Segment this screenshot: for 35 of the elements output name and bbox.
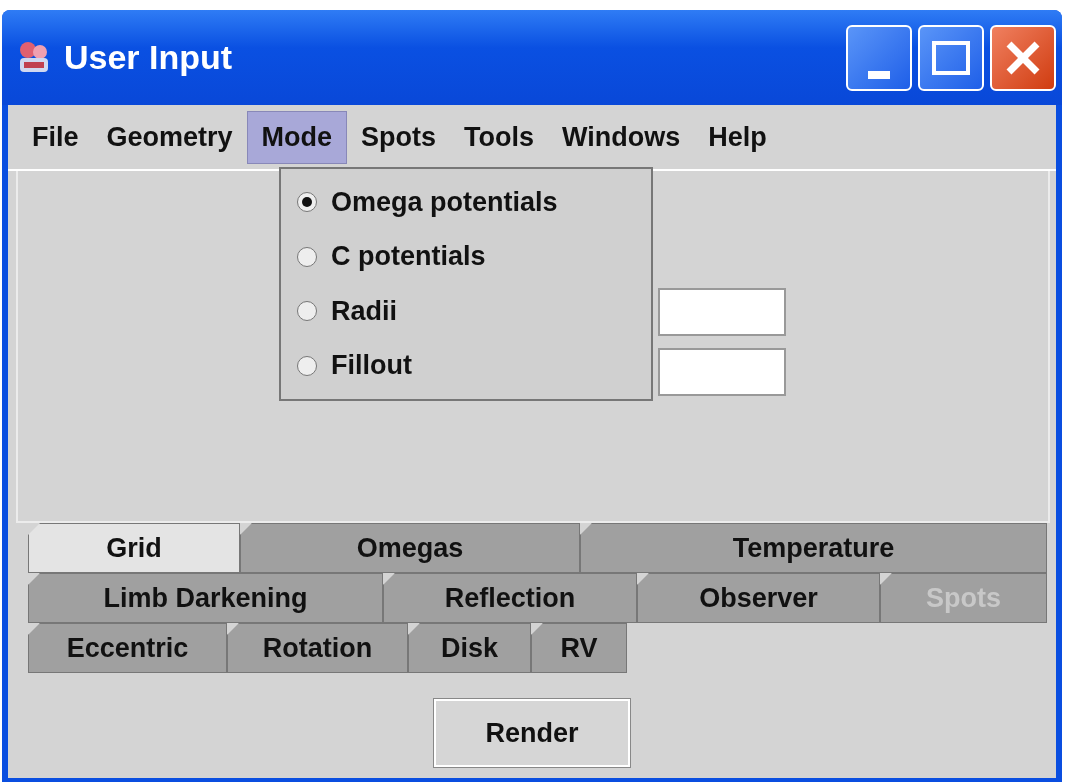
- menu-item[interactable]: Mode: [246, 110, 348, 164]
- radio-button[interactable]: [297, 355, 317, 376]
- tab[interactable]: Omegas: [240, 523, 580, 573]
- menu-item[interactable]: File: [18, 111, 93, 163]
- tab[interactable]: Rotation: [227, 623, 408, 673]
- menu-item[interactable]: Tools: [450, 111, 549, 163]
- tab[interactable]: Limb Darkening: [28, 573, 383, 623]
- menu-item[interactable]: Help: [694, 111, 781, 163]
- radio-menu-item[interactable]: Radii: [297, 295, 651, 327]
- tab[interactable]: RV: [531, 623, 627, 673]
- menu-item[interactable]: Geometry: [92, 111, 247, 163]
- tab[interactable]: Eccentric: [28, 623, 227, 673]
- radio-menu-item[interactable]: Omega potentials: [297, 186, 651, 218]
- menu-item[interactable]: Windows: [548, 111, 695, 163]
- maximize-icon: [932, 40, 970, 75]
- minimize-button[interactable]: [846, 24, 912, 91]
- tab[interactable]: Observer: [637, 573, 880, 623]
- radio-menu-item[interactable]: Fillout: [297, 350, 651, 382]
- input-field[interactable]: [658, 288, 786, 336]
- radio-button[interactable]: [297, 246, 317, 267]
- minimize-icon: [868, 70, 890, 79]
- tab[interactable]: Temperature: [580, 523, 1047, 573]
- close-button[interactable]: [990, 24, 1056, 91]
- radio-button[interactable]: [297, 192, 317, 213]
- maximize-button[interactable]: [918, 24, 984, 91]
- tab[interactable]: Grid: [28, 523, 240, 573]
- radio-button[interactable]: [297, 301, 317, 322]
- tab[interactable]: Disk: [408, 623, 531, 673]
- window-title: User Input: [64, 38, 233, 77]
- input-field[interactable]: [658, 348, 786, 396]
- tab[interactable]: Reflection: [383, 573, 637, 623]
- menu-item[interactable]: Spots: [347, 111, 451, 163]
- render-button[interactable]: Render: [434, 699, 630, 767]
- radio-menu-item[interactable]: C potentials: [297, 241, 651, 273]
- close-icon: [1005, 39, 1041, 76]
